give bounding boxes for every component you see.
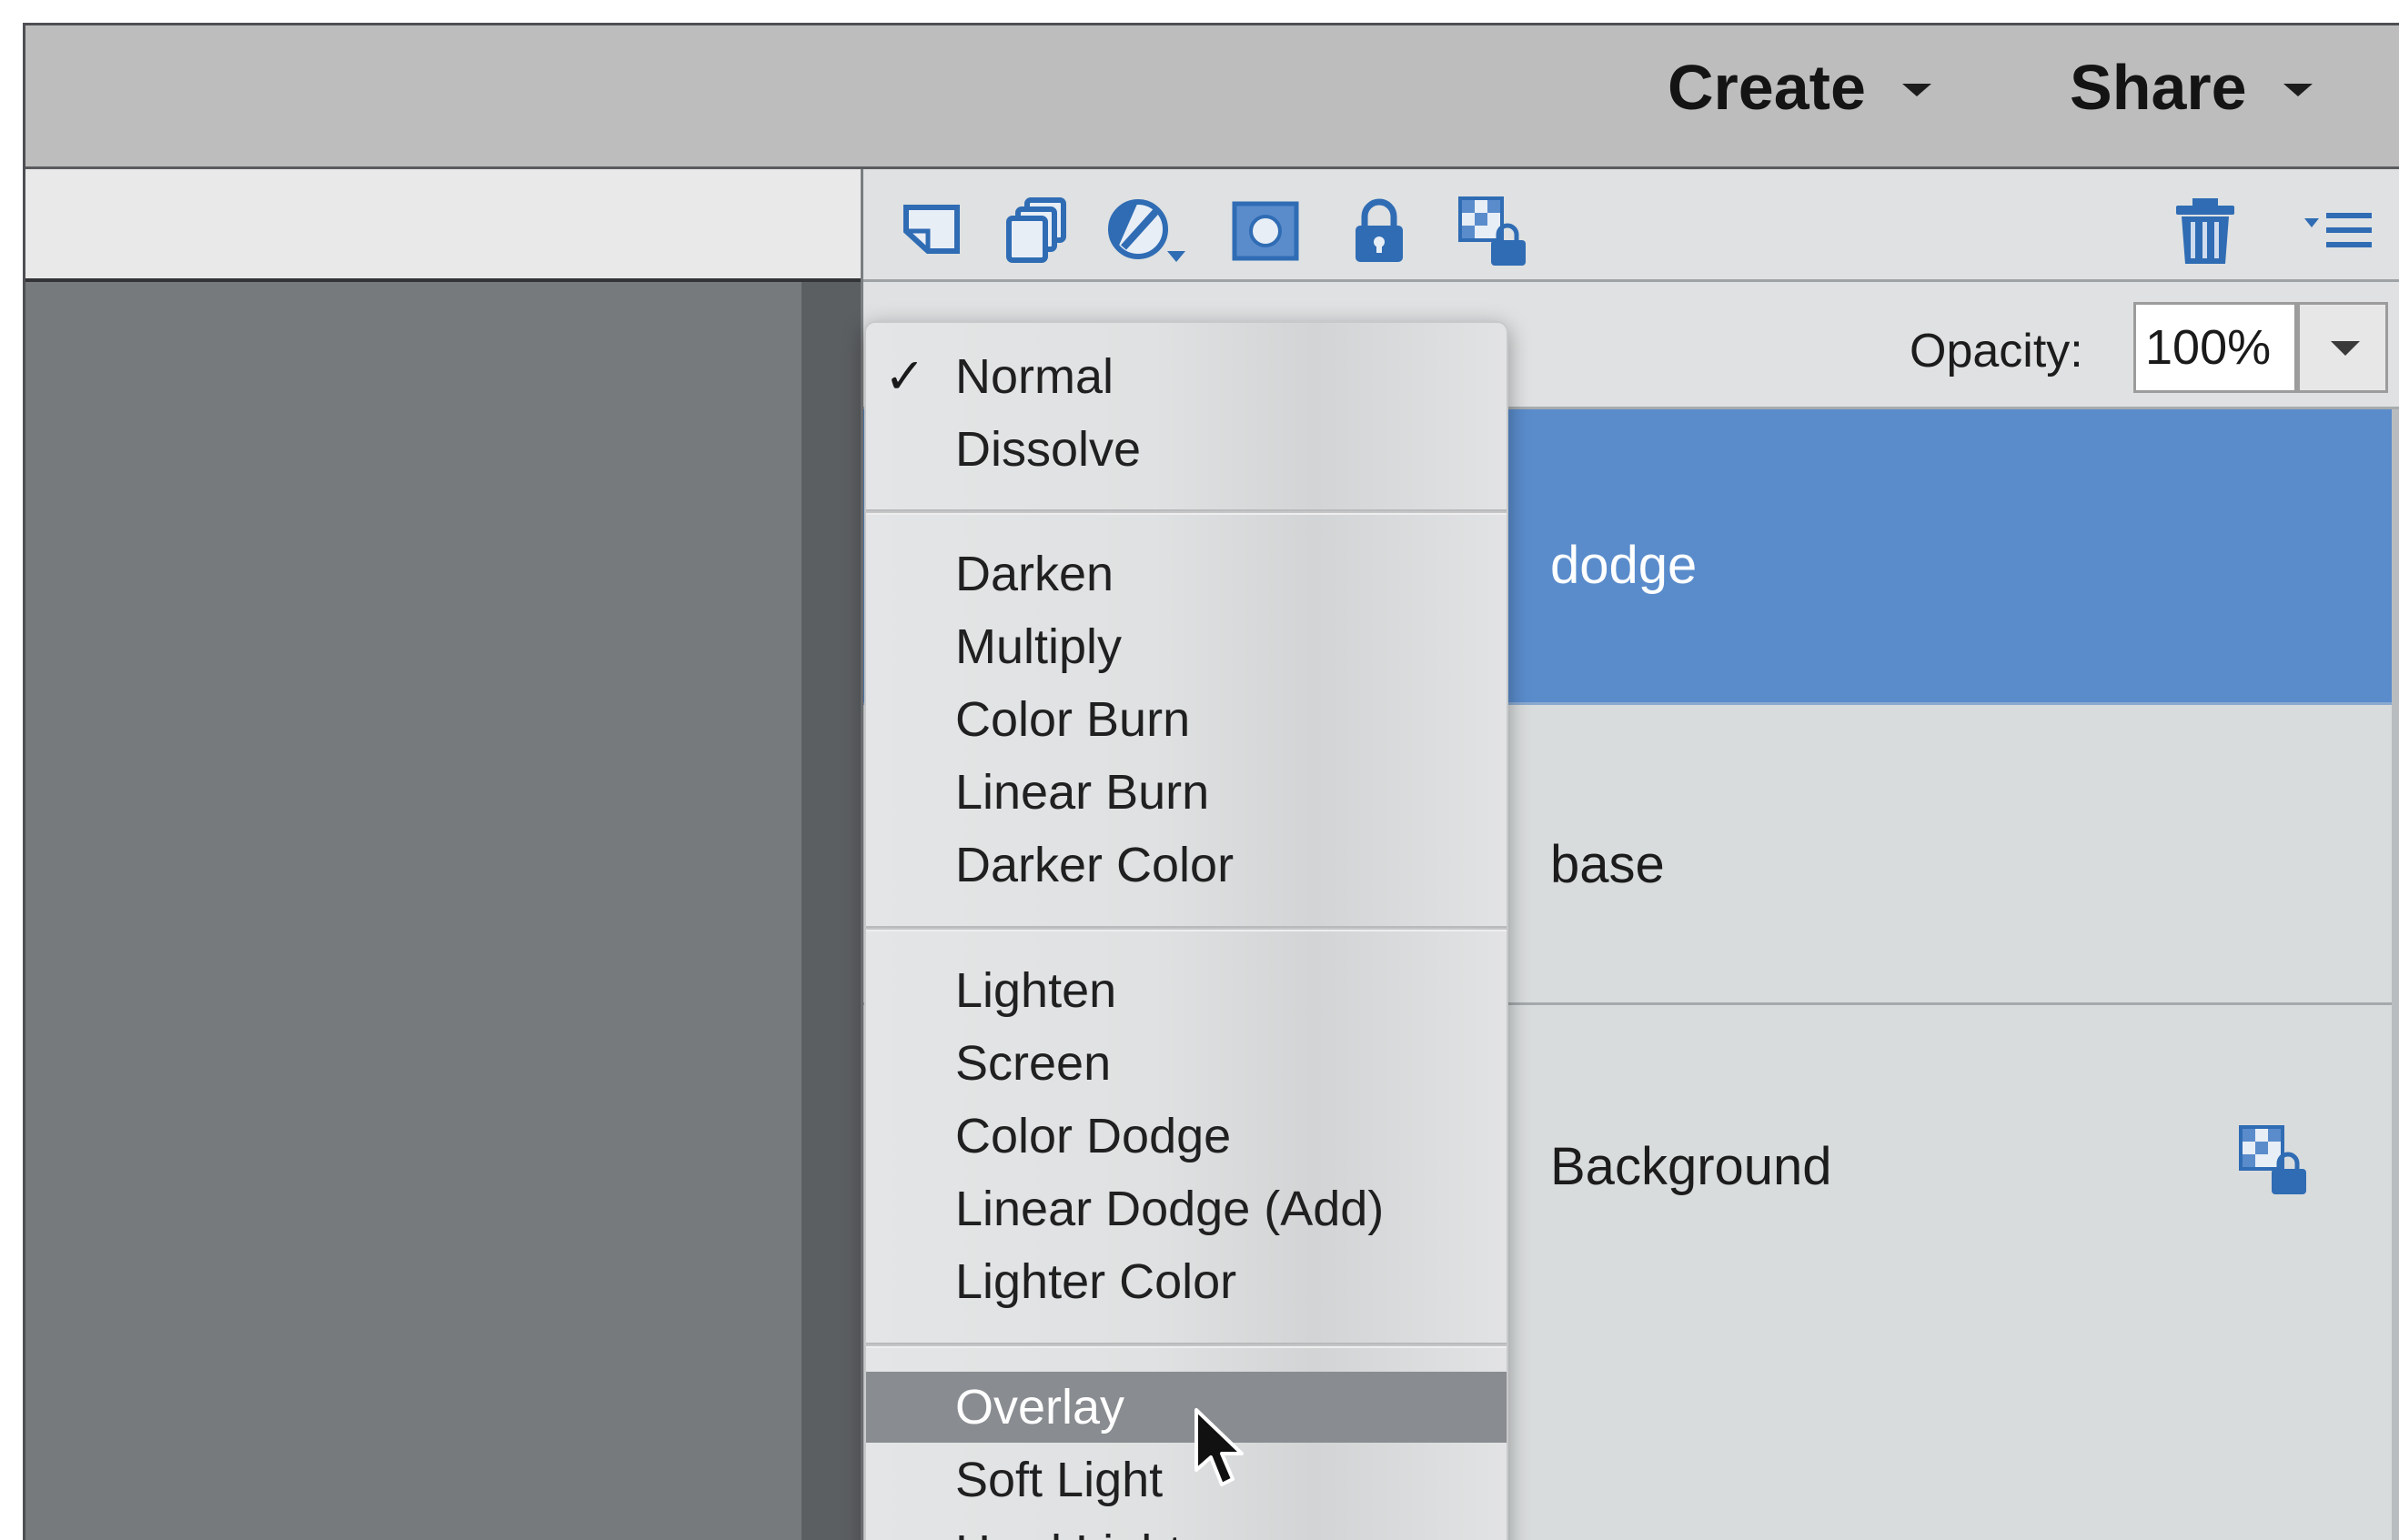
menu-item-label: Darker Color <box>955 838 1235 892</box>
blend-mode-menu: ✓ Normal Dissolve Darken Multiply Color … <box>864 321 1508 1540</box>
menu-separator <box>866 509 1507 515</box>
checkmark-icon: ✓ <box>884 349 926 404</box>
chevron-down-icon <box>2283 84 2313 96</box>
layer-mask-icon[interactable] <box>1229 195 1302 267</box>
lock-all-icon[interactable] <box>1343 195 1416 267</box>
menu-item-darken[interactable]: Darken <box>866 538 1507 609</box>
menu-item-linear-dodge[interactable]: Linear Dodge (Add) <box>866 1173 1507 1244</box>
opacity-field[interactable]: 100% <box>2133 302 2297 393</box>
menu-item-label: Multiply <box>955 619 1123 674</box>
left-panel-header <box>25 169 861 282</box>
menu-item-normal[interactable]: ✓ Normal <box>866 341 1507 412</box>
menu-item-label: Dissolve <box>955 422 1142 477</box>
menu-item-label: Overlay <box>955 1380 1125 1434</box>
layer-name: base <box>1550 835 1665 894</box>
menu-separator <box>866 1343 1507 1348</box>
adjustment-layer-icon[interactable] <box>1104 195 1194 267</box>
menu-item-lighten[interactable]: Lighten <box>866 955 1507 1026</box>
layer-name: Background <box>1550 1137 1832 1196</box>
opacity-dropdown-button[interactable] <box>2297 302 2388 393</box>
menu-item-label: Normal <box>955 349 1114 404</box>
menu-item-label: Hard Light <box>955 1525 1182 1540</box>
menu-item-dissolve[interactable]: Dissolve <box>866 414 1507 485</box>
menu-item-label: Linear Burn <box>955 765 1210 820</box>
menu-item-label: Screen <box>955 1036 1112 1091</box>
layers-toolbar <box>863 169 2399 282</box>
menu-item-label: Lighter Color <box>955 1254 1237 1309</box>
chevron-down-icon <box>2331 341 2360 356</box>
share-menu-button[interactable]: Share <box>2070 51 2313 124</box>
app-window: Create Share Opacity: 100% dodge base Ba… <box>23 23 2399 1540</box>
create-menu-button[interactable]: Create <box>1668 51 1931 124</box>
menu-separator <box>866 926 1507 931</box>
menu-item-darker-color[interactable]: Darker Color <box>866 830 1507 901</box>
menu-item-label: Color Dodge <box>955 1109 1232 1163</box>
menu-item-overlay[interactable]: Overlay <box>866 1372 1507 1443</box>
opacity-label: Opacity: <box>1910 325 2083 377</box>
top-menu-bar: Create Share <box>25 25 2399 169</box>
menu-item-color-burn[interactable]: Color Burn <box>866 684 1507 755</box>
lock-transparent-icon[interactable] <box>1457 195 1529 267</box>
menu-item-label: Darken <box>955 547 1114 601</box>
panel-menu-icon[interactable] <box>2301 195 2381 267</box>
share-menu-label: Share <box>2070 52 2247 123</box>
trash-icon[interactable] <box>2169 195 2242 267</box>
transparency-lock-icon <box>2237 1123 2310 1196</box>
menu-item-label: Color Burn <box>955 692 1191 747</box>
menu-item-label: Soft Light <box>955 1453 1164 1507</box>
layer-name: dodge <box>1550 536 1698 595</box>
menu-item-color-dodge[interactable]: Color Dodge <box>866 1101 1507 1172</box>
layers-scrollbar[interactable] <box>2392 409 2399 1540</box>
panel-divider[interactable] <box>801 282 861 1540</box>
menu-item-lighter-color[interactable]: Lighter Color <box>866 1246 1507 1317</box>
mouse-pointer-icon <box>1193 1406 1247 1490</box>
menu-item-hard-light[interactable]: Hard Light <box>866 1517 1507 1540</box>
menu-item-linear-burn[interactable]: Linear Burn <box>866 757 1507 828</box>
opacity-value: 100% <box>2145 320 2272 375</box>
menu-item-label: Lighten <box>955 963 1117 1018</box>
new-group-icon[interactable] <box>1000 195 1073 267</box>
menu-item-soft-light[interactable]: Soft Light <box>866 1444 1507 1515</box>
menu-item-label: Linear Dodge (Add) <box>955 1182 1385 1236</box>
menu-item-screen[interactable]: Screen <box>866 1028 1507 1099</box>
create-menu-label: Create <box>1668 52 1866 123</box>
chevron-down-icon <box>1901 84 1931 96</box>
canvas-area <box>25 282 801 1540</box>
new-layer-icon[interactable] <box>897 195 970 267</box>
menu-item-multiply[interactable]: Multiply <box>866 611 1507 682</box>
